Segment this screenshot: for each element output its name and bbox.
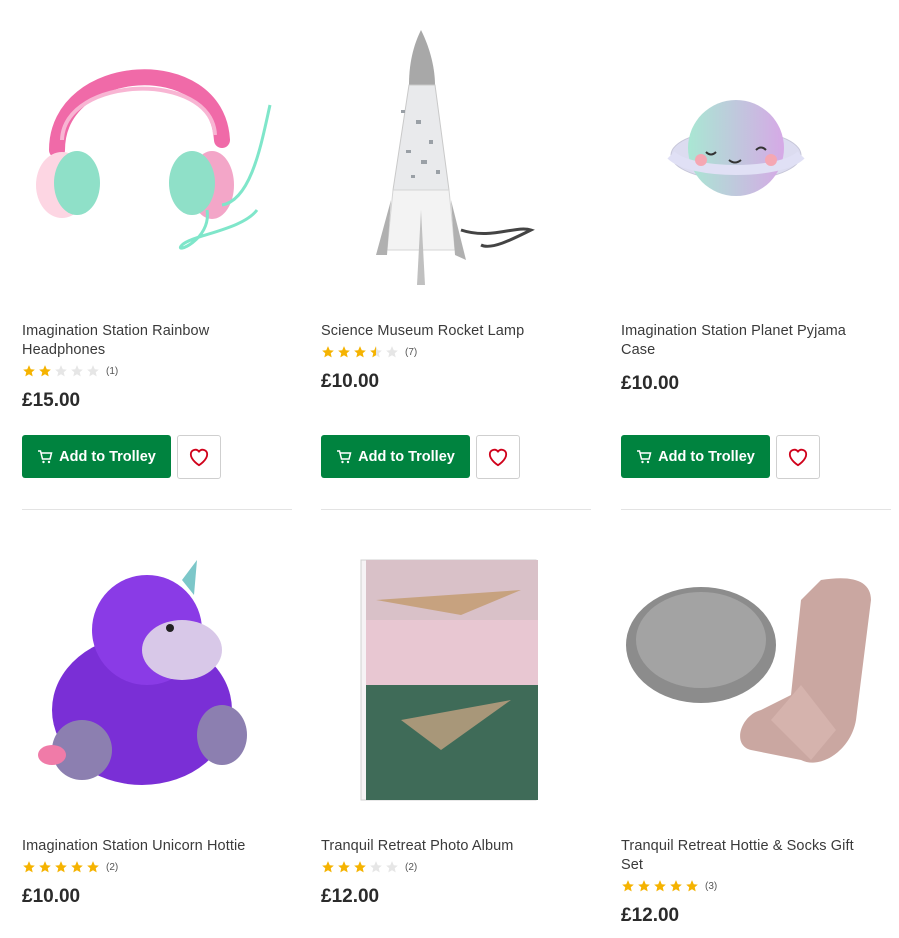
rating-stars[interactable]: (3)	[621, 879, 717, 893]
product-image-rocket-lamp[interactable]	[321, 0, 591, 285]
wishlist-button[interactable]	[776, 435, 820, 479]
star-icon	[338, 861, 350, 873]
product-image-unicorn-hottie[interactable]	[22, 520, 292, 805]
star-icon	[55, 861, 67, 873]
add-to-trolley-button[interactable]: Add to Trolley	[621, 435, 770, 478]
product-price: £12.00	[321, 886, 380, 907]
star-icon	[370, 346, 382, 358]
review-count: (2)	[405, 861, 418, 873]
star-icon	[23, 365, 35, 377]
product-price: £15.00	[22, 390, 81, 411]
trolley-icon	[38, 449, 53, 463]
product-title-line1[interactable]: Imagination Station Unicorn Hottie	[22, 837, 245, 856]
product-title-line1[interactable]: Science Museum Rocket Lamp	[321, 322, 524, 341]
star-icon	[71, 861, 83, 873]
star-icon	[386, 861, 398, 873]
rating-stars[interactable]: (1)	[22, 364, 118, 378]
product-title-line1[interactable]: Tranquil Retreat Photo Album	[321, 837, 513, 856]
star-icon	[322, 346, 334, 358]
product-price: £10.00	[22, 886, 81, 907]
review-count: (3)	[705, 880, 718, 892]
card-divider	[621, 509, 891, 510]
product-price: £12.00	[621, 905, 680, 926]
product-title[interactable]: Imagination Station Rainbow Headphones	[22, 322, 209, 360]
rating-stars[interactable]: (7)	[321, 345, 417, 359]
product-image-planet-case[interactable]	[621, 0, 891, 285]
star-icon	[338, 346, 350, 358]
add-to-trolley-button[interactable]: Add to Trolley	[321, 435, 470, 478]
product-title-line1[interactable]: Imagination Station Planet Pyjama	[621, 322, 846, 341]
star-icon	[71, 365, 83, 377]
wishlist-button[interactable]	[177, 435, 221, 479]
product-price: £10.00	[621, 373, 680, 394]
review-count: (2)	[106, 861, 119, 873]
star-icon	[654, 880, 666, 892]
product-title[interactable]: Imagination Station Planet Pyjama Case	[621, 322, 846, 360]
rating-stars[interactable]: (2)	[321, 860, 417, 874]
heart-icon	[488, 448, 508, 467]
product-image-headphones[interactable]	[22, 0, 292, 285]
star-icon	[87, 365, 99, 377]
heart-icon	[189, 448, 209, 467]
star-icon	[39, 861, 51, 873]
star-icon	[622, 880, 634, 892]
add-to-trolley-button[interactable]: Add to Trolley	[22, 435, 171, 478]
star-icon	[670, 880, 682, 892]
review-count: (7)	[405, 346, 418, 358]
rating-stars[interactable]: (2)	[22, 860, 118, 874]
star-icon	[686, 880, 698, 892]
product-title[interactable]: Tranquil Retreat Hottie & Socks Gift Set	[621, 837, 854, 875]
product-image-photo-album[interactable]	[321, 520, 591, 805]
wishlist-button[interactable]	[476, 435, 520, 479]
star-icon	[354, 346, 366, 358]
star-icon	[370, 861, 382, 873]
star-icon	[354, 861, 366, 873]
product-title-line1[interactable]: Tranquil Retreat Hottie & Socks Gift	[621, 837, 854, 856]
add-to-trolley-label: Add to Trolley	[358, 448, 455, 465]
star-icon	[39, 365, 51, 377]
add-to-trolley-label: Add to Trolley	[658, 448, 755, 465]
star-icon	[87, 861, 99, 873]
trolley-icon	[637, 449, 652, 463]
review-count: (1)	[106, 365, 119, 377]
star-icon	[638, 880, 650, 892]
product-title[interactable]: Imagination Station Unicorn Hottie	[22, 837, 245, 856]
product-image-hottie-socks[interactable]	[621, 520, 891, 805]
star-icon	[386, 346, 398, 358]
product-title-line1[interactable]: Imagination Station Rainbow	[22, 322, 209, 341]
star-icon	[322, 861, 334, 873]
star-icon	[55, 365, 67, 377]
product-title[interactable]: Science Museum Rocket Lamp	[321, 322, 524, 341]
star-icon	[23, 861, 35, 873]
product-title-line2[interactable]: Case	[621, 341, 846, 360]
card-divider	[321, 509, 591, 510]
product-title-line2[interactable]: Headphones	[22, 341, 209, 360]
add-to-trolley-label: Add to Trolley	[59, 448, 156, 465]
card-divider	[22, 509, 292, 510]
product-title[interactable]: Tranquil Retreat Photo Album	[321, 837, 513, 856]
product-price: £10.00	[321, 371, 380, 392]
product-title-line2[interactable]: Set	[621, 856, 854, 875]
trolley-icon	[337, 449, 352, 463]
heart-icon	[788, 448, 808, 467]
